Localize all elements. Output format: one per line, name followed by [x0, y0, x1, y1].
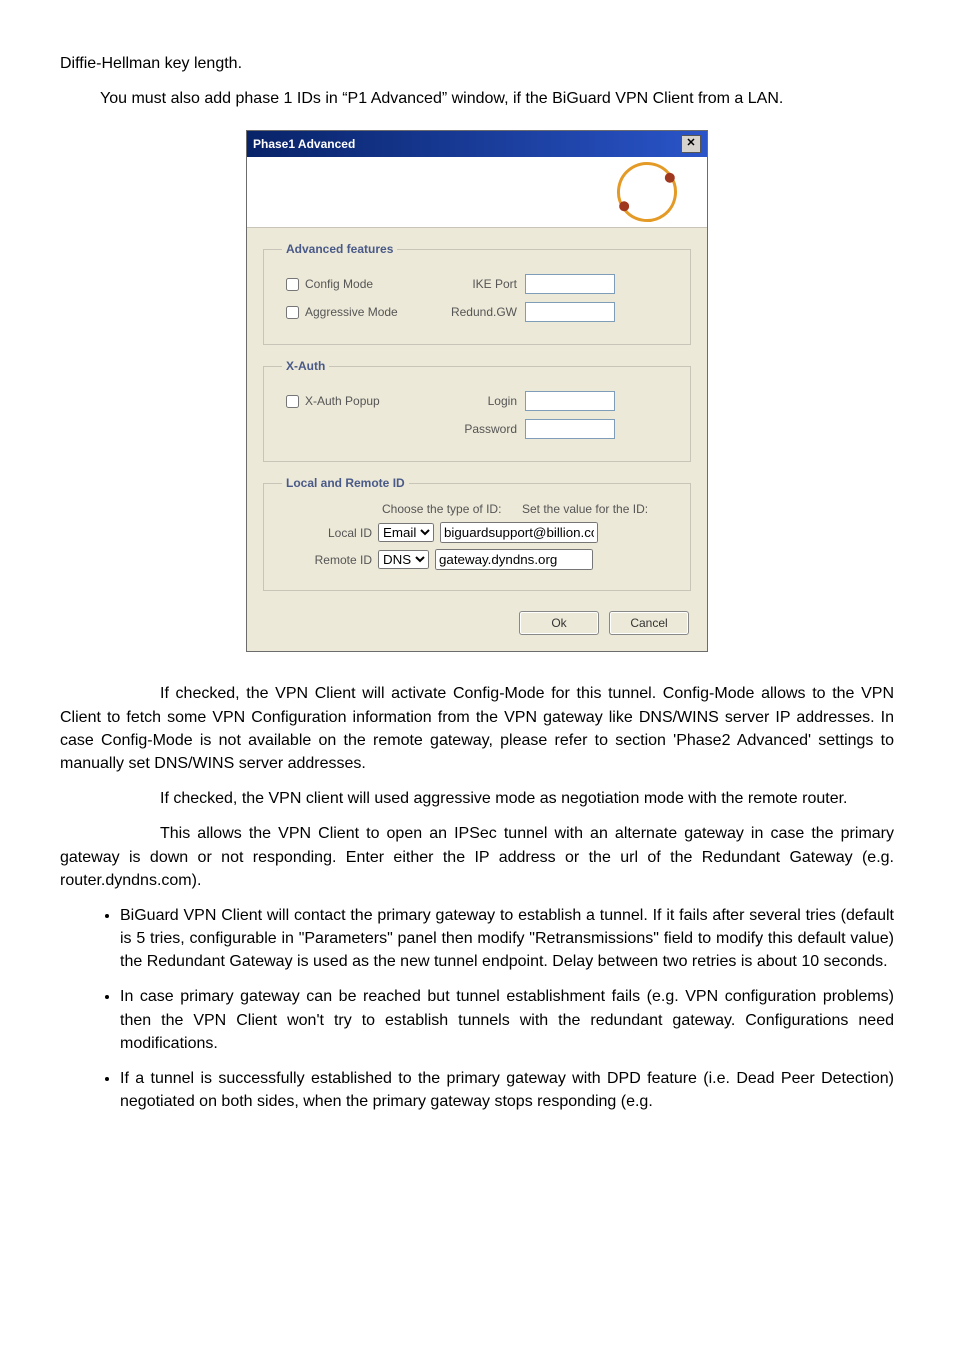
advanced-legend: Advanced features [282, 242, 397, 256]
aggressive-mode-input[interactable] [286, 306, 299, 319]
glossary-redund: This allows the VPN Client to open an IP… [60, 822, 894, 892]
redund-gw-input[interactable] [525, 302, 615, 322]
glossary-config-mode: If checked, the VPN Client will activate… [60, 682, 894, 775]
dialog-button-row: Ok Cancel [247, 597, 707, 651]
advanced-features-group: Advanced features Config Mode IKE Port A… [263, 242, 691, 345]
config-mode-label: Config Mode [305, 277, 373, 291]
ok-button[interactable]: Ok [519, 611, 599, 635]
aggressive-mode-checkbox[interactable]: Aggressive Mode [282, 303, 442, 322]
dialog-logo-row [247, 157, 707, 228]
list-item: If a tunnel is successfully established … [120, 1067, 894, 1113]
local-id-label: Local ID [282, 526, 372, 540]
remote-id-type-select[interactable]: DNS [378, 550, 429, 569]
xauth-popup-label: X-Auth Popup [305, 394, 380, 408]
aggressive-mode-label: Aggressive Mode [305, 305, 398, 319]
bullet-list: BiGuard VPN Client will contact the prim… [60, 904, 894, 1114]
choose-type-header: Choose the type of ID: [382, 502, 512, 516]
ike-port-label: IKE Port [442, 277, 517, 291]
login-input[interactable] [525, 391, 615, 411]
xauth-legend: X-Auth [282, 359, 329, 373]
glossary-aggressive: If checked, the VPN client will used agg… [60, 787, 894, 810]
set-value-header: Set the value for the ID: [522, 502, 648, 516]
login-label: Login [442, 394, 517, 408]
xauth-popup-input[interactable] [286, 395, 299, 408]
redund-gw-label: Redund.GW [442, 305, 517, 319]
password-label: Password [442, 422, 517, 436]
list-item: In case primary gateway can be reached b… [120, 985, 894, 1055]
dialog-container: Phase1 Advanced ✕ Advanced features Conf… [60, 130, 894, 652]
ids-legend: Local and Remote ID [282, 476, 409, 490]
remote-id-value-input[interactable] [435, 549, 593, 570]
phase1-advanced-dialog: Phase1 Advanced ✕ Advanced features Conf… [246, 130, 708, 652]
cancel-button[interactable]: Cancel [609, 611, 689, 635]
dialog-title: Phase1 Advanced [253, 137, 355, 151]
intro-line1: Diffie-Hellman key length. [60, 52, 894, 75]
password-input[interactable] [525, 419, 615, 439]
local-id-value-input[interactable] [440, 522, 598, 543]
ike-port-input[interactable] [525, 274, 615, 294]
logo-icon [612, 158, 682, 228]
close-icon[interactable]: ✕ [681, 135, 701, 153]
local-remote-id-group: Local and Remote ID Choose the type of I… [263, 476, 691, 591]
intro-line2: You must also add phase 1 IDs in “P1 Adv… [60, 87, 894, 110]
config-mode-input[interactable] [286, 278, 299, 291]
config-mode-checkbox[interactable]: Config Mode [282, 275, 442, 294]
list-item: BiGuard VPN Client will contact the prim… [120, 904, 894, 974]
xauth-popup-checkbox[interactable]: X-Auth Popup [282, 392, 442, 411]
dialog-titlebar[interactable]: Phase1 Advanced ✕ [247, 131, 707, 157]
local-id-type-select[interactable]: Email [378, 523, 434, 542]
xauth-group: X-Auth X-Auth Popup Login x Password [263, 359, 691, 462]
remote-id-label: Remote ID [282, 553, 372, 567]
